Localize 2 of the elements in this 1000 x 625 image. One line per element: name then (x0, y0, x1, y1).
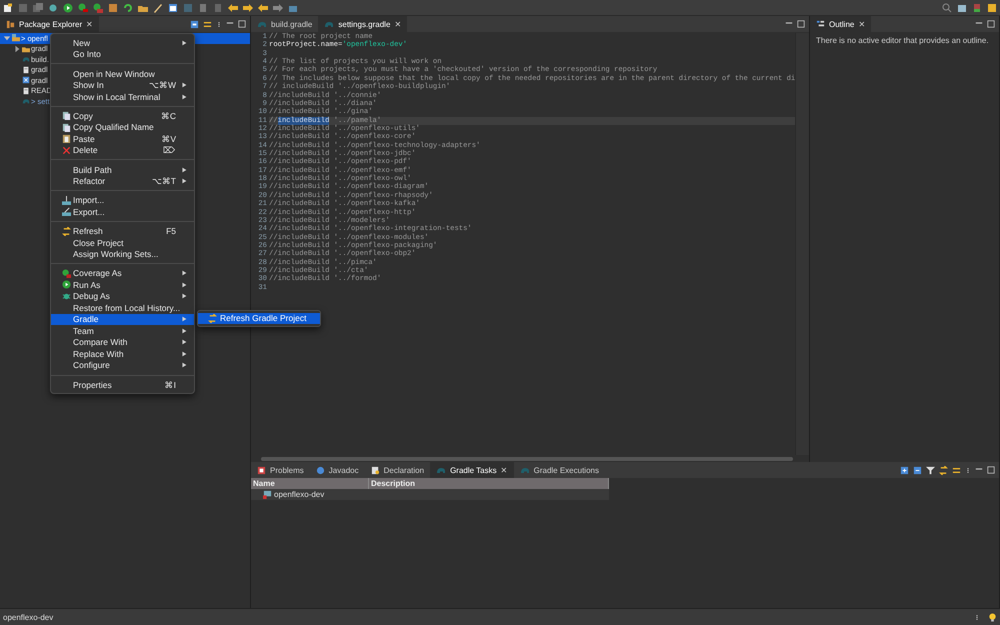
outline-message: There is no active editor that provides an outline. (815, 35, 990, 47)
status-text: openflexo-dev (3, 612, 54, 622)
